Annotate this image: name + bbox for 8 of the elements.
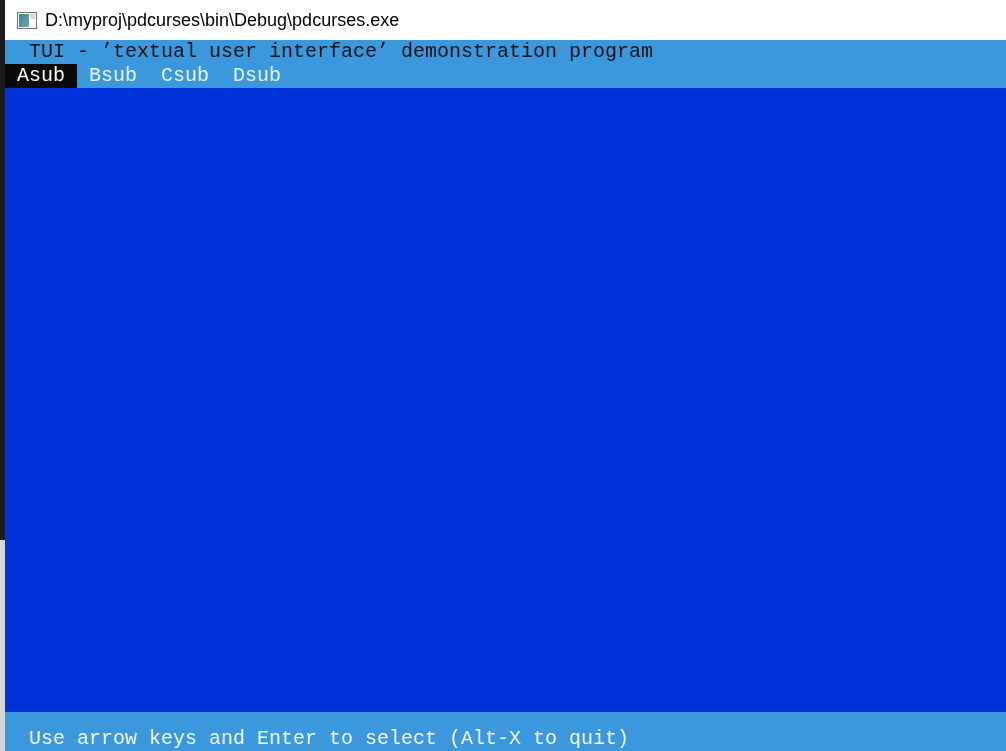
status-text: Use arrow keys and Enter to select (Alt-X to quit) bbox=[29, 728, 630, 750]
window-title: D:\myproj\pdcurses\bin\Debug\pdcurses.exe bbox=[45, 9, 400, 31]
app-window-icon bbox=[17, 11, 37, 29]
menu-item[interactable]: Bsub bbox=[77, 64, 150, 88]
console-title: TUI - ’textual user interface’ demonstration program bbox=[29, 40, 654, 64]
menu-item[interactable]: Dsub bbox=[221, 64, 294, 88]
menu-item[interactable]: Csub bbox=[149, 64, 222, 88]
menu-item[interactable]: Asub bbox=[5, 64, 77, 88]
